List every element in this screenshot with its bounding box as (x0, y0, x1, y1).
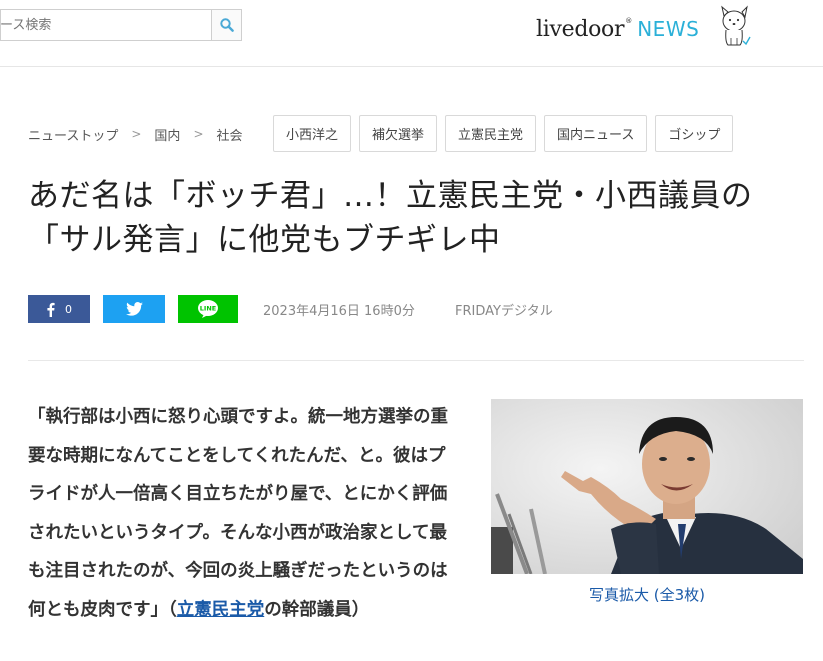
article-date: 2023年4月16日 16時0分 (263, 304, 415, 319)
article-photo[interactable] (491, 399, 803, 574)
search-input[interactable] (1, 10, 212, 40)
article-source[interactable]: FRIDAYデジタル (455, 300, 553, 319)
article-body-lead: 「執行部は小西に怒り心頭ですよ。統一地方選挙の重要な時期になんてことをしてくれた… (28, 407, 448, 620)
facebook-icon (47, 302, 55, 317)
tag-domestic-news[interactable]: 国内ニュース (544, 115, 648, 152)
politician-photo-image (491, 399, 803, 574)
svg-text:LINE: LINE (200, 305, 216, 313)
breadcrumb-domestic[interactable]: 国内 (154, 125, 180, 144)
logo-news-text: NEWS (637, 17, 700, 41)
facebook-share-count: 0 (65, 302, 72, 316)
twitter-share-button[interactable] (103, 295, 165, 323)
line-icon: LINE (198, 300, 218, 318)
site-header: livedoor® NEWS (0, 0, 823, 67)
section-divider (28, 360, 804, 361)
cdp-inline-link[interactable]: 立憲民主党 (177, 600, 265, 620)
article-body: 「執行部は小西に怒り心頭ですよ。統一地方選挙の重要な時期になんてことをしてくれた… (28, 398, 458, 629)
search-field[interactable] (0, 9, 212, 41)
photo-enlarge-link[interactable]: 写真拡大 (全3枚) (491, 584, 803, 605)
facebook-share-button[interactable]: 0 (28, 295, 90, 323)
tag-cdp[interactable]: 立憲民主党 (445, 115, 537, 152)
logo-livedoor-text: livedoor (536, 16, 625, 42)
tag-list: 小西洋之 補欠選挙 立憲民主党 国内ニュース ゴシップ (273, 115, 741, 152)
search-button[interactable] (211, 9, 242, 41)
breadcrumb-news-top[interactable]: ニューストップ (28, 125, 118, 144)
breadcrumb: ニューストップ > 国内 > 社会 (28, 124, 243, 144)
site-logo[interactable]: livedoor ® NEWS (536, 12, 699, 46)
logo-registered-mark: ® (625, 17, 633, 25)
twitter-bird-icon (125, 302, 143, 316)
line-share-button[interactable]: LINE (178, 295, 238, 323)
article-body-tail: の幹部議員） (264, 599, 370, 620)
breadcrumb-society[interactable]: 社会 (217, 125, 243, 144)
search-icon (219, 18, 234, 32)
article-title: あだ名は「ボッチ君」…！立憲民主党・小西議員の「サル発言」に他党もブチギレ中 (28, 178, 753, 258)
dog-mascot-icon (721, 5, 751, 46)
tag-gossip[interactable]: ゴシップ (655, 115, 734, 152)
breadcrumb-separator: > (193, 127, 204, 141)
tag-by-election[interactable]: 補欠選挙 (359, 115, 438, 152)
tag-konishi[interactable]: 小西洋之 (273, 115, 352, 152)
breadcrumb-separator: > (131, 127, 142, 141)
